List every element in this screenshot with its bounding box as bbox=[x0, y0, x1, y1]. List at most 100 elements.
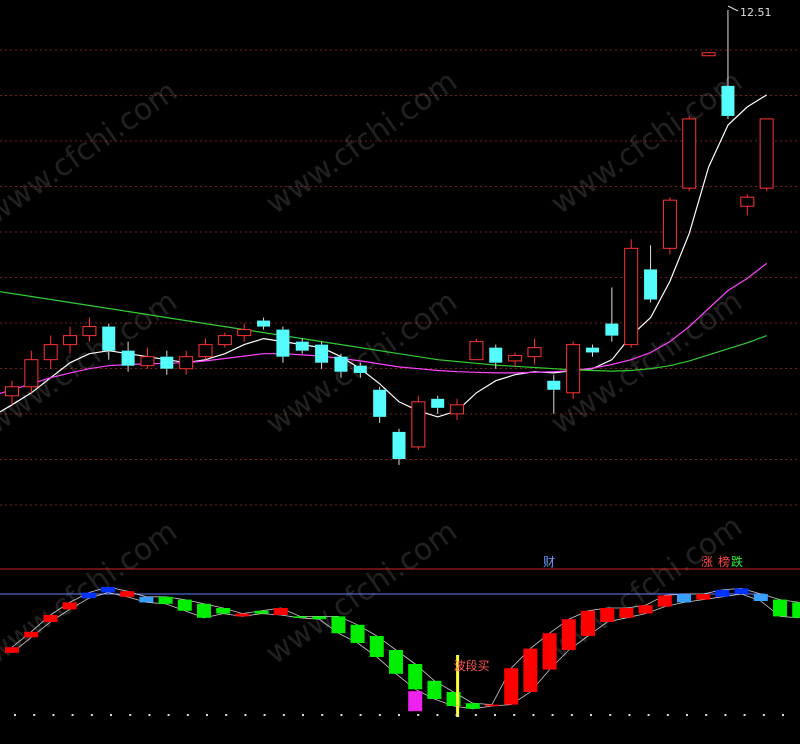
indicator-bar bbox=[408, 664, 423, 690]
baseline-dot bbox=[609, 714, 612, 716]
baseline-dot bbox=[398, 714, 400, 716]
candle-up bbox=[411, 395, 426, 450]
baseline-dot bbox=[570, 714, 573, 716]
candle-body bbox=[102, 326, 116, 351]
baseline-dot bbox=[417, 714, 420, 716]
indicator-bar bbox=[177, 599, 192, 611]
candle-body bbox=[198, 344, 213, 358]
candle-body bbox=[624, 247, 639, 346]
indicator-bar bbox=[542, 633, 557, 670]
baseline-dot bbox=[782, 714, 784, 716]
indicator-bar bbox=[235, 613, 250, 617]
candle-body bbox=[82, 326, 97, 337]
indicator-bar bbox=[24, 631, 39, 638]
candle-body bbox=[5, 386, 19, 397]
baseline-dot bbox=[628, 714, 631, 716]
indicator-bar bbox=[696, 594, 711, 600]
candle-body bbox=[392, 431, 406, 459]
baseline-dot bbox=[302, 714, 304, 716]
baseline-dot bbox=[474, 714, 477, 716]
baseline-dot bbox=[705, 714, 708, 716]
baseline-dot bbox=[724, 714, 727, 716]
candle-up bbox=[469, 338, 484, 361]
rank-label: 榜 bbox=[718, 554, 730, 569]
indicator-bar bbox=[43, 615, 58, 622]
baseline-dot bbox=[33, 714, 36, 716]
candle-body bbox=[605, 323, 619, 336]
indicator-bar bbox=[504, 668, 519, 705]
candle-up bbox=[759, 118, 774, 192]
candle-body bbox=[160, 356, 174, 369]
candle-body bbox=[237, 329, 252, 337]
candle-body bbox=[547, 380, 561, 390]
indicator-bar bbox=[753, 594, 768, 601]
baseline-dot bbox=[110, 714, 112, 716]
baseline-dot bbox=[225, 714, 228, 716]
baseline-dot bbox=[129, 714, 132, 716]
bottom-dip-marker bbox=[408, 691, 423, 712]
indicator-bar bbox=[254, 610, 269, 614]
indicator-bar bbox=[5, 647, 19, 653]
candle-body bbox=[566, 344, 581, 394]
baseline-dot bbox=[359, 714, 362, 716]
candle-body bbox=[644, 269, 658, 300]
candle-body bbox=[63, 335, 78, 346]
candle-body bbox=[508, 354, 523, 362]
candle-body bbox=[431, 398, 445, 408]
indicator-bar bbox=[638, 605, 653, 614]
buy-signal-label: 波段买 bbox=[454, 658, 490, 673]
indicator-bar bbox=[197, 603, 211, 618]
candle-body bbox=[662, 199, 677, 249]
candle-up bbox=[624, 239, 639, 348]
baseline-dot bbox=[378, 714, 381, 716]
baseline-dot bbox=[321, 714, 324, 716]
candle-body bbox=[469, 341, 484, 361]
baseline-dot bbox=[186, 714, 189, 716]
candle-body bbox=[43, 344, 58, 361]
chart-canvas: www.cfchi.com www.cfchi.com www.cfchi.co… bbox=[0, 0, 800, 740]
baseline-dot bbox=[551, 714, 554, 716]
candle-body bbox=[276, 329, 290, 357]
candle-body bbox=[257, 320, 271, 327]
indicator-bar bbox=[465, 703, 480, 709]
indicator-bar bbox=[350, 624, 365, 643]
indicator-bar bbox=[734, 588, 749, 594]
cai-label: 财 bbox=[543, 555, 555, 569]
indicator-bar bbox=[369, 636, 384, 657]
baseline-dot bbox=[590, 714, 592, 716]
baseline-dot bbox=[762, 714, 765, 716]
candle-body bbox=[24, 359, 39, 388]
indicator-bar bbox=[216, 608, 231, 614]
indicator-bar bbox=[120, 591, 135, 597]
baseline-dot bbox=[71, 714, 74, 716]
candle-body bbox=[179, 356, 194, 370]
baseline-dot bbox=[647, 714, 650, 716]
baseline-dot bbox=[532, 714, 535, 716]
indicator-bar bbox=[139, 596, 154, 603]
candle-body bbox=[315, 344, 329, 363]
indicator-bar bbox=[331, 616, 346, 634]
indicator-bar bbox=[62, 602, 77, 610]
candle-body bbox=[295, 341, 309, 351]
indicator-bar bbox=[581, 610, 595, 636]
baseline-dot bbox=[743, 714, 746, 716]
indicator-bar bbox=[312, 616, 327, 620]
indicator-bar bbox=[773, 599, 787, 617]
candle-body bbox=[334, 356, 348, 372]
indicator-bar bbox=[715, 589, 730, 597]
baseline-dot bbox=[686, 714, 688, 716]
candle-body bbox=[586, 347, 599, 353]
zhang-label: 涨 bbox=[701, 554, 713, 569]
stock-chart: www.cfchi.com www.cfchi.com www.cfchi.co… bbox=[0, 0, 800, 740]
candle-body bbox=[527, 347, 542, 358]
indicator-bar bbox=[561, 619, 576, 650]
indicator-bar bbox=[657, 595, 672, 607]
baseline-dot bbox=[206, 714, 208, 716]
candle-body bbox=[682, 118, 697, 189]
indicator-bar bbox=[619, 608, 634, 618]
candle-body bbox=[353, 365, 367, 373]
indicator-bar bbox=[389, 650, 403, 674]
baseline-dot bbox=[282, 714, 285, 716]
candle-body bbox=[121, 350, 135, 366]
baseline-dot bbox=[244, 714, 247, 716]
